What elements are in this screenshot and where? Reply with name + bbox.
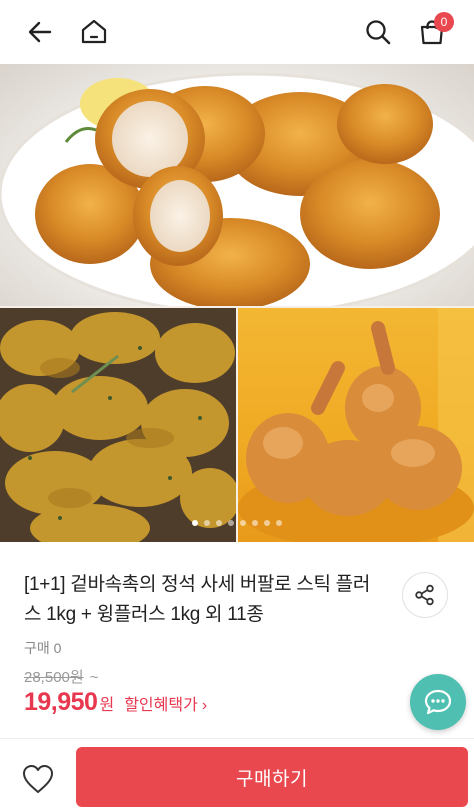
discount-benefit-label: 할인혜택가 <box>124 697 198 714</box>
product-title: [1+1] 겉바속촉의 정석 사세 버팔로 스틱 플러스 1kg + 윙플러스 … <box>24 574 371 625</box>
carousel-dot[interactable] <box>204 520 210 526</box>
product-photo-drumsticks <box>238 308 474 542</box>
original-price: 28,500원 ~ <box>24 666 98 687</box>
home-button[interactable] <box>74 12 114 52</box>
product-photo-herb-chicken <box>0 308 236 542</box>
product-photo-chicken-plate <box>0 64 474 306</box>
share-icon <box>415 584 434 606</box>
search-button[interactable] <box>358 12 398 52</box>
heart-icon <box>23 765 53 793</box>
carousel-dot[interactable] <box>216 520 222 526</box>
product-image-carousel[interactable] <box>0 64 474 542</box>
wishlist-button[interactable] <box>18 759 58 799</box>
buy-button[interactable]: 구매하기 <box>76 747 468 807</box>
fried-drumsticks-image <box>238 308 474 542</box>
carousel-dot[interactable] <box>264 520 270 526</box>
fried-chicken-plate-image <box>0 72 474 306</box>
bottom-action-bar: 구매하기 <box>0 738 474 808</box>
cart-button[interactable]: 0 <box>412 12 454 52</box>
original-price-suffix: ~ <box>89 669 99 686</box>
product-info: [1+1] 겉바속촉의 정석 사세 버팔로 스틱 플러스 1kg + 윙플러스 … <box>0 542 474 738</box>
discount-benefit-link[interactable]: 할인혜택가 › <box>124 691 207 715</box>
cart-count-badge: 0 <box>434 12 454 32</box>
carousel-dot[interactable] <box>240 520 246 526</box>
search-icon <box>366 20 391 45</box>
herb-fried-chicken-image <box>0 308 236 542</box>
sale-price-unit: 원 <box>99 697 115 714</box>
back-arrow-icon <box>28 21 52 43</box>
chat-button[interactable] <box>410 674 466 730</box>
carousel-dot[interactable] <box>252 520 258 526</box>
top-app-bar: 0 <box>0 0 474 64</box>
chat-bubble-icon <box>424 689 452 715</box>
original-price-value: 28,500원 <box>24 669 84 686</box>
carousel-dot[interactable] <box>276 520 282 526</box>
carousel-dot[interactable] <box>192 520 198 526</box>
back-button[interactable] <box>20 12 60 52</box>
carousel-dot[interactable] <box>228 520 234 526</box>
sale-price-row: 19,950 원 할인혜택가 › <box>24 688 207 717</box>
home-icon <box>81 19 107 44</box>
sale-price: 19,950 <box>24 688 98 716</box>
purchase-count: 구매 0 <box>24 640 62 656</box>
carousel-indicator <box>0 520 474 526</box>
chevron-right-icon: › <box>201 697 208 714</box>
share-button[interactable] <box>402 572 448 618</box>
